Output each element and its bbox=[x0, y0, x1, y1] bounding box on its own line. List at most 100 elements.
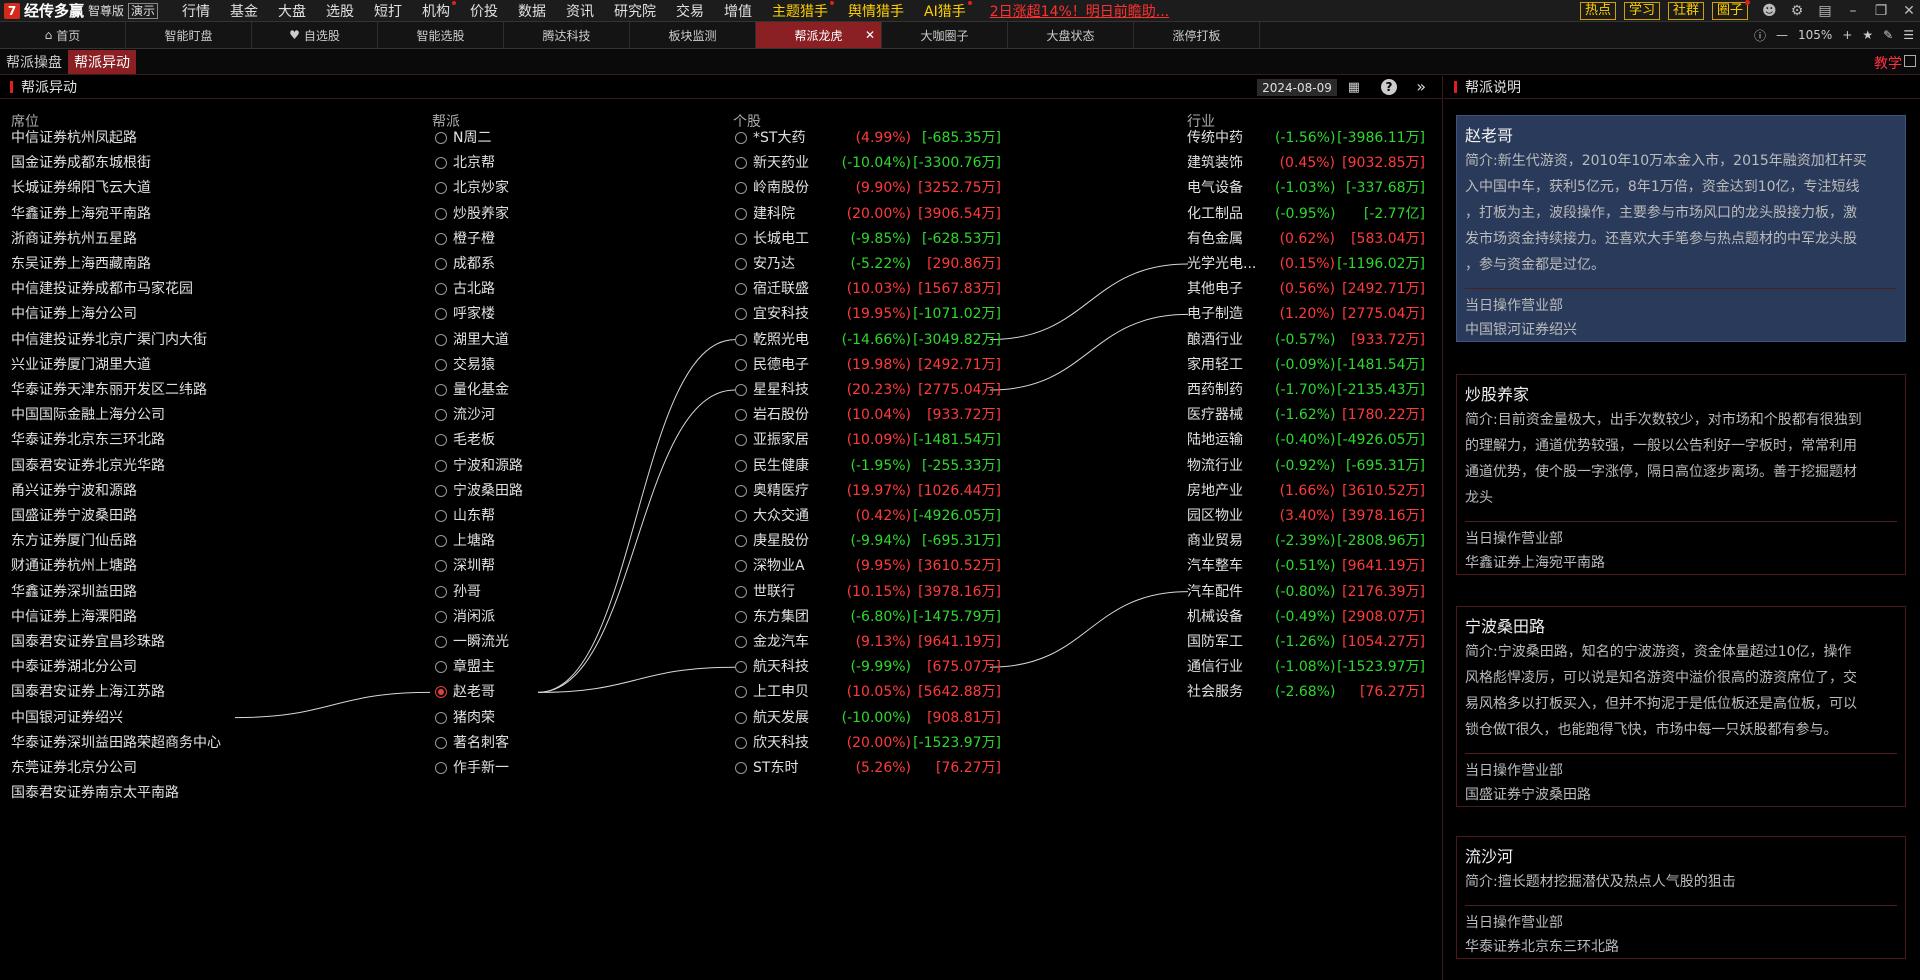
info-icon[interactable]: ⓘ bbox=[1754, 27, 1766, 44]
minimize-icon[interactable]: – bbox=[1846, 3, 1860, 19]
radio-icon[interactable] bbox=[435, 636, 447, 648]
radio-icon[interactable] bbox=[735, 207, 747, 220]
radio-icon[interactable] bbox=[435, 459, 447, 472]
industry-row[interactable]: 建筑装饰 (0.45%) [9032.85万] bbox=[1187, 150, 1425, 176]
radio-icon[interactable] bbox=[435, 157, 447, 170]
industry-row[interactable]: 有色金属 (0.62%) [583.04万] bbox=[1187, 226, 1425, 252]
radio-icon[interactable] bbox=[735, 308, 747, 321]
stock-row[interactable]: 东方集团 (-6.80%) [-1475.79万] bbox=[735, 604, 1001, 630]
stock-row[interactable]: 欣天科技 (20.00%) [-1523.97万] bbox=[735, 730, 1001, 756]
seat-row[interactable]: 华泰证券北京东三环北路 bbox=[11, 427, 165, 453]
seat-row[interactable]: 东莞证券北京分公司 bbox=[11, 755, 137, 781]
radio-icon[interactable] bbox=[735, 484, 747, 497]
menu-item-1[interactable]: 基金 bbox=[220, 1, 268, 21]
industry-row[interactable]: 汽车配件 (-0.80%) [2176.39万] bbox=[1187, 579, 1425, 605]
tab-6[interactable]: 帮派龙虎 ✕ bbox=[756, 22, 882, 48]
top-button-1[interactable]: 学习 bbox=[1623, 2, 1660, 20]
seat-row[interactable]: 国金证券成都东城根街 bbox=[11, 150, 151, 176]
seat-row[interactable]: 国泰君安证券宜昌珍珠路 bbox=[11, 629, 165, 655]
seat-row[interactable]: 国泰君安证券北京光华路 bbox=[11, 453, 165, 479]
radio-icon[interactable] bbox=[435, 132, 447, 144]
industry-row[interactable]: 房地产业 (1.66%) [3610.52万] bbox=[1187, 478, 1425, 504]
gang-row[interactable]: 山东帮 bbox=[435, 503, 495, 529]
industry-row[interactable]: 西药制药 (-1.70%) [-2135.43万] bbox=[1187, 377, 1425, 403]
stock-row[interactable]: 建科院 (20.00%) [3906.54万] bbox=[735, 201, 1001, 227]
seat-row[interactable]: 中泰证券湖北分公司 bbox=[11, 654, 137, 680]
tab-7[interactable]: 大咖圈子 bbox=[882, 22, 1008, 48]
radio-icon[interactable] bbox=[735, 711, 747, 724]
zoom-in-icon[interactable]: + bbox=[1842, 28, 1852, 42]
help-icon[interactable]: ? bbox=[1381, 79, 1397, 95]
industry-row[interactable]: 电气设备 (-1.03%) [-337.68万] bbox=[1187, 175, 1425, 201]
industry-row[interactable]: 机械设备 (-0.49%) [2908.07万] bbox=[1187, 604, 1425, 630]
radio-icon[interactable] bbox=[735, 358, 747, 371]
radio-icon[interactable] bbox=[435, 560, 447, 573]
stock-row[interactable]: 岩石股份 (10.04%) [933.72万] bbox=[735, 402, 1001, 428]
radio-icon[interactable] bbox=[435, 258, 447, 270]
radio-icon[interactable] bbox=[435, 736, 447, 749]
radio-icon[interactable] bbox=[435, 510, 447, 522]
radio-icon[interactable] bbox=[435, 434, 447, 447]
menu-item-12[interactable]: 主题猎手 bbox=[762, 0, 838, 21]
gang-row[interactable]: 上塘路 bbox=[435, 528, 495, 554]
seat-row[interactable]: 国泰君安证券南京太平南路 bbox=[11, 780, 179, 806]
menu-item-0[interactable]: 行情 bbox=[172, 1, 220, 21]
gang-row[interactable]: 炒股养家 bbox=[435, 201, 509, 227]
radio-icon[interactable] bbox=[435, 661, 447, 674]
double-chevron-right-icon[interactable]: » bbox=[1416, 77, 1426, 96]
industry-row[interactable]: 家用轻工 (-0.09%) [-1481.54万] bbox=[1187, 352, 1425, 378]
radio-icon[interactable] bbox=[735, 636, 747, 648]
stock-row[interactable]: *ST大药 (4.99%) [-685.35万] bbox=[735, 125, 1001, 151]
gang-row[interactable]: 流沙河 bbox=[435, 402, 495, 428]
seat-row[interactable]: 中信建投证券北京广渠门内大街 bbox=[11, 327, 207, 353]
radio-icon[interactable] bbox=[435, 535, 447, 548]
top-button-3[interactable]: 圈子 bbox=[1711, 0, 1750, 20]
gang-row[interactable]: 湖里大道 bbox=[435, 327, 509, 353]
stock-row[interactable]: 世联行 (10.15%) [3978.16万] bbox=[735, 579, 1001, 605]
seat-row[interactable]: 中国银河证券绍兴 bbox=[11, 705, 123, 731]
industry-row[interactable]: 医疗器械 (-1.62%) [1780.22万] bbox=[1187, 402, 1425, 428]
seat-row[interactable]: 长城证券绵阳飞云大道 bbox=[11, 175, 151, 201]
ad-link[interactable]: 2日涨超14%！明日前瞻助... bbox=[990, 1, 1169, 21]
industry-row[interactable]: 社会服务 (-2.68%) [76.27万] bbox=[1187, 679, 1425, 705]
close-icon[interactable]: ✕ bbox=[1902, 3, 1916, 19]
subtab-0[interactable]: 帮派操盘 bbox=[0, 50, 68, 74]
industry-row[interactable]: 汽车整车 (-0.51%) [9641.19万] bbox=[1187, 553, 1425, 579]
gang-row[interactable]: 章盟主 bbox=[435, 654, 495, 680]
tab-9[interactable]: 涨停打板 bbox=[1134, 22, 1260, 48]
subtab-1[interactable]: 帮派异动 bbox=[68, 49, 136, 74]
industry-row[interactable]: 陆地运输 (-0.40%) [-4926.05万] bbox=[1187, 427, 1425, 453]
radio-icon[interactable] bbox=[735, 459, 747, 472]
top-button-2[interactable]: 社群 bbox=[1667, 2, 1704, 20]
industry-row[interactable]: 国防军工 (-1.26%) [1054.27万] bbox=[1187, 629, 1425, 655]
seat-row[interactable]: 东方证券厦门仙岳路 bbox=[11, 528, 137, 554]
radio-icon[interactable] bbox=[435, 358, 447, 371]
calendar-icon[interactable]: ▦ bbox=[1348, 80, 1360, 95]
radio-icon[interactable] bbox=[735, 232, 747, 245]
radio-icon[interactable] bbox=[735, 560, 747, 573]
radio-icon[interactable] bbox=[435, 333, 447, 346]
industry-row[interactable]: 酿酒行业 (-0.57%) [933.72万] bbox=[1187, 327, 1425, 353]
stock-row[interactable]: 新天药业 (-10.04%) [-3300.76万] bbox=[735, 150, 1001, 176]
seat-row[interactable]: 中信证券杭州凤起路 bbox=[11, 125, 137, 151]
app-logo[interactable]: 7 经传多赢 智尊版 演示 bbox=[0, 0, 162, 22]
radio-icon[interactable] bbox=[735, 686, 747, 699]
star-icon[interactable]: ★ bbox=[1862, 28, 1873, 42]
teach-link[interactable]: 教学 bbox=[1874, 53, 1902, 73]
radio-icon[interactable] bbox=[735, 661, 747, 674]
stock-row[interactable]: 乾照光电 (-14.66%) [-3049.82万] bbox=[735, 327, 1001, 353]
stock-row[interactable]: 亚振家居 (10.09%) [-1481.54万] bbox=[735, 427, 1001, 453]
gang-row[interactable]: 呼家楼 bbox=[435, 301, 495, 327]
seat-row[interactable]: 兴业证券厦门湖里大道 bbox=[11, 352, 151, 378]
stock-row[interactable]: 大众交通 (0.42%) [-4926.05万] bbox=[735, 503, 1001, 529]
stock-row[interactable]: 奥精医疗 (19.97%) [1026.44万] bbox=[735, 478, 1001, 504]
gang-card[interactable]: 流沙河 简介:擅长题材挖掘潜伏及热点人气股的狙击 当日操作营业部 华泰证券北京东三环北… bbox=[1456, 836, 1906, 959]
menu-item-7[interactable]: 数据 bbox=[508, 1, 556, 21]
radio-icon[interactable] bbox=[435, 610, 447, 623]
stock-row[interactable]: 宜安科技 (19.95%) [-1071.02万] bbox=[735, 301, 1001, 327]
date-picker[interactable]: 2024-08-09 bbox=[1257, 79, 1337, 96]
seat-row[interactable]: 中信证券上海溧阳路 bbox=[11, 604, 137, 630]
tab-close-icon[interactable]: ✕ bbox=[865, 28, 875, 42]
radio-icon[interactable] bbox=[735, 434, 747, 447]
radio-icon[interactable] bbox=[735, 132, 747, 144]
